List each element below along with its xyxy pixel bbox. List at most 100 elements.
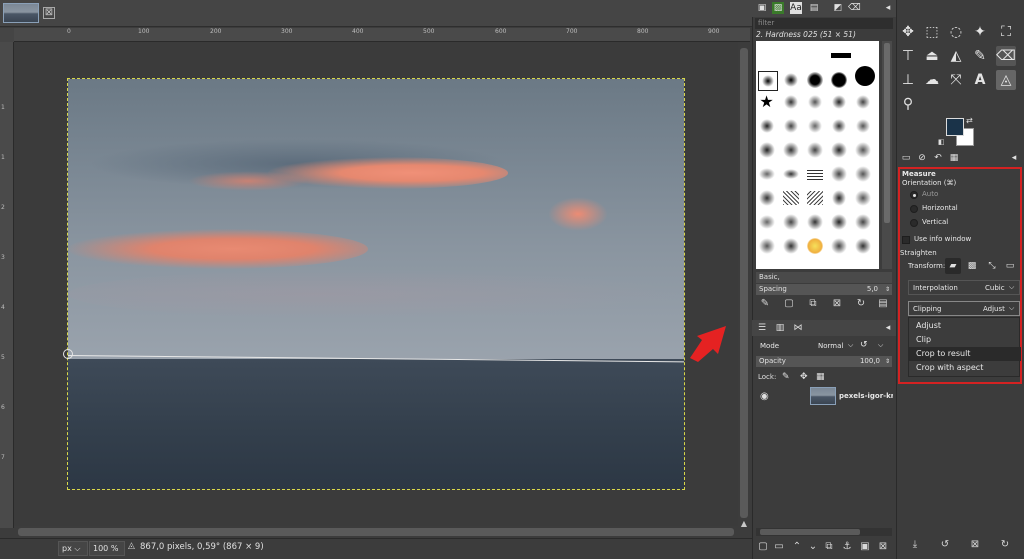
brush-cell[interactable]: [854, 117, 871, 134]
brush-cell[interactable]: [830, 165, 847, 182]
bucket-fill-tool-icon[interactable]: ◭: [946, 46, 966, 66]
brush-cell[interactable]: [758, 165, 775, 182]
brush-cell[interactable]: [854, 189, 871, 206]
brush-grid[interactable]: ★: [756, 41, 879, 269]
lock-pixels-icon[interactable]: ✎: [782, 371, 790, 383]
undo-history-tab-icon[interactable]: ↶: [932, 152, 944, 164]
brush-cell[interactable]: [758, 117, 775, 134]
brush-cell[interactable]: [830, 47, 852, 64]
foreground-color-swatch[interactable]: [946, 118, 964, 136]
text-tool-icon[interactable]: A: [970, 70, 990, 90]
layer-thumbnail[interactable]: [810, 387, 836, 405]
raise-layer-icon[interactable]: ⌃: [790, 540, 804, 554]
new-layer-icon[interactable]: ▢: [756, 540, 770, 554]
warp-tool-icon[interactable]: ⏏: [922, 46, 942, 66]
rect-select-tool-icon[interactable]: ⬚: [922, 22, 942, 42]
image-canvas[interactable]: [14, 42, 738, 526]
save-options-icon[interactable]: ⤓: [908, 538, 922, 552]
swap-colors-icon[interactable]: ⇄: [966, 116, 973, 125]
fuzzy-select-tool-icon[interactable]: ✦: [970, 22, 990, 42]
lasso-tool-icon[interactable]: ◌: [946, 22, 966, 42]
mask-layer-icon[interactable]: ▣: [858, 540, 872, 554]
brush-cell[interactable]: [806, 237, 823, 254]
reset-options-icon[interactable]: ↻: [998, 538, 1012, 552]
seascape-image[interactable]: [67, 78, 685, 490]
use-info-window-checkbox[interactable]: [902, 236, 910, 244]
brush-cell[interactable]: [854, 165, 871, 182]
anchor-layer-icon[interactable]: ⚓: [840, 540, 854, 554]
measure-start-handle[interactable]: [63, 349, 73, 359]
vertical-ruler[interactable]: 1 1 2 3 4 5 6 7: [0, 42, 14, 528]
close-icon[interactable]: ⊠: [43, 7, 55, 19]
spin-arrows-icon[interactable]: ⇕: [885, 356, 890, 367]
brush-cell[interactable]: [806, 141, 823, 158]
chevron-down-icon[interactable]: ⌵: [848, 341, 853, 350]
delete-layer-icon[interactable]: ⊠: [876, 540, 890, 554]
transform-image-icon[interactable]: ▭: [1002, 258, 1018, 274]
horizontal-ruler[interactable]: 0 100 200 300 400 500 600 700 800 900: [14, 28, 750, 42]
orientation-vertical-radio[interactable]: [910, 219, 918, 227]
new-layer-group-icon[interactable]: ▭: [772, 540, 786, 554]
chevron-down-icon[interactable]: ⌵: [878, 341, 883, 350]
brush-cell[interactable]: [806, 189, 823, 206]
reset-mode-icon[interactable]: ↺: [860, 340, 868, 350]
brush-cell[interactable]: [806, 117, 823, 134]
lock-alpha-icon[interactable]: ▦: [816, 371, 825, 383]
brush-cell[interactable]: [806, 213, 823, 230]
brush-cell[interactable]: [854, 237, 871, 254]
brush-cell[interactable]: [830, 189, 847, 206]
paintbrush-tool-icon[interactable]: ✎: [970, 46, 990, 66]
lock-position-icon[interactable]: ✥: [800, 371, 808, 383]
brush-cell[interactable]: [782, 165, 799, 182]
brush-cell[interactable]: [782, 237, 799, 254]
scroll-up-arrow-icon[interactable]: ▲: [739, 520, 749, 528]
vertical-scroll-thumb[interactable]: [740, 48, 748, 518]
brush-cell[interactable]: [854, 93, 871, 110]
transform-tool-icon[interactable]: ⊤: [898, 46, 918, 66]
restore-options-icon[interactable]: ↺: [938, 538, 952, 552]
brush-cell[interactable]: [782, 117, 799, 134]
pattern-tab-icon[interactable]: ▨: [772, 2, 784, 14]
transform-layer-icon[interactable]: ▰: [945, 258, 961, 274]
clone-tool-icon[interactable]: ⊥: [898, 70, 918, 90]
font-tab-icon[interactable]: Aa: [790, 2, 802, 14]
move-tool-icon[interactable]: ✥: [898, 22, 918, 42]
menu-item-clip[interactable]: Clip: [909, 333, 1021, 347]
brush-cell[interactable]: [782, 93, 799, 110]
crop-tool-icon[interactable]: ⛶: [996, 22, 1016, 42]
brush-cell[interactable]: [830, 93, 847, 110]
edit-brush-icon[interactable]: ✎: [758, 297, 772, 311]
brush-cell[interactable]: [806, 71, 823, 88]
brush-tab-icon[interactable]: ▣: [756, 2, 768, 14]
zoom-tool-icon[interactable]: ⚲: [898, 94, 918, 114]
tool-options-tab-icon[interactable]: ▭: [900, 152, 912, 164]
brush-cell[interactable]: [806, 93, 823, 110]
tool-presets-tab-icon[interactable]: ⌫: [848, 2, 861, 14]
brush-cell[interactable]: [830, 141, 847, 158]
orientation-horizontal-radio[interactable]: [910, 205, 918, 213]
paths-tool-icon[interactable]: ⤧: [946, 70, 966, 90]
brush-cell[interactable]: [854, 141, 871, 158]
lower-layer-icon[interactable]: ⌄: [806, 540, 820, 554]
channels-tab-icon[interactable]: ▥: [774, 322, 786, 334]
brush-filter-input[interactable]: filter: [755, 18, 893, 29]
menu-item-crop-to-result[interactable]: Crop to result: [909, 347, 1021, 361]
duplicate-brush-icon[interactable]: ⧉: [806, 297, 820, 311]
orientation-auto-radio[interactable]: [910, 191, 918, 199]
brush-cell[interactable]: [782, 71, 799, 88]
brush-grid-scroll-thumb[interactable]: [884, 43, 890, 223]
layers-scroll-thumb[interactable]: [760, 529, 860, 535]
ruler-corner[interactable]: [0, 28, 14, 42]
image-tab-thumbnail[interactable]: [3, 3, 39, 23]
brush-cell[interactable]: [830, 117, 847, 134]
images-tab-icon[interactable]: ▦: [948, 152, 960, 164]
measure-tool-icon[interactable]: ◬: [996, 70, 1016, 90]
brush-cell[interactable]: [830, 213, 847, 230]
dock-menu-icon[interactable]: ◂: [882, 2, 894, 14]
transform-path-icon[interactable]: ⤡: [984, 258, 1000, 274]
default-colors-icon[interactable]: ◧: [938, 138, 945, 146]
brush-cell[interactable]: [782, 189, 799, 206]
brush-cell[interactable]: [830, 71, 847, 88]
dock-menu-icon[interactable]: ◂: [1008, 152, 1020, 164]
clipping-select[interactable]: Clipping Adjust ⌵: [908, 301, 1020, 316]
